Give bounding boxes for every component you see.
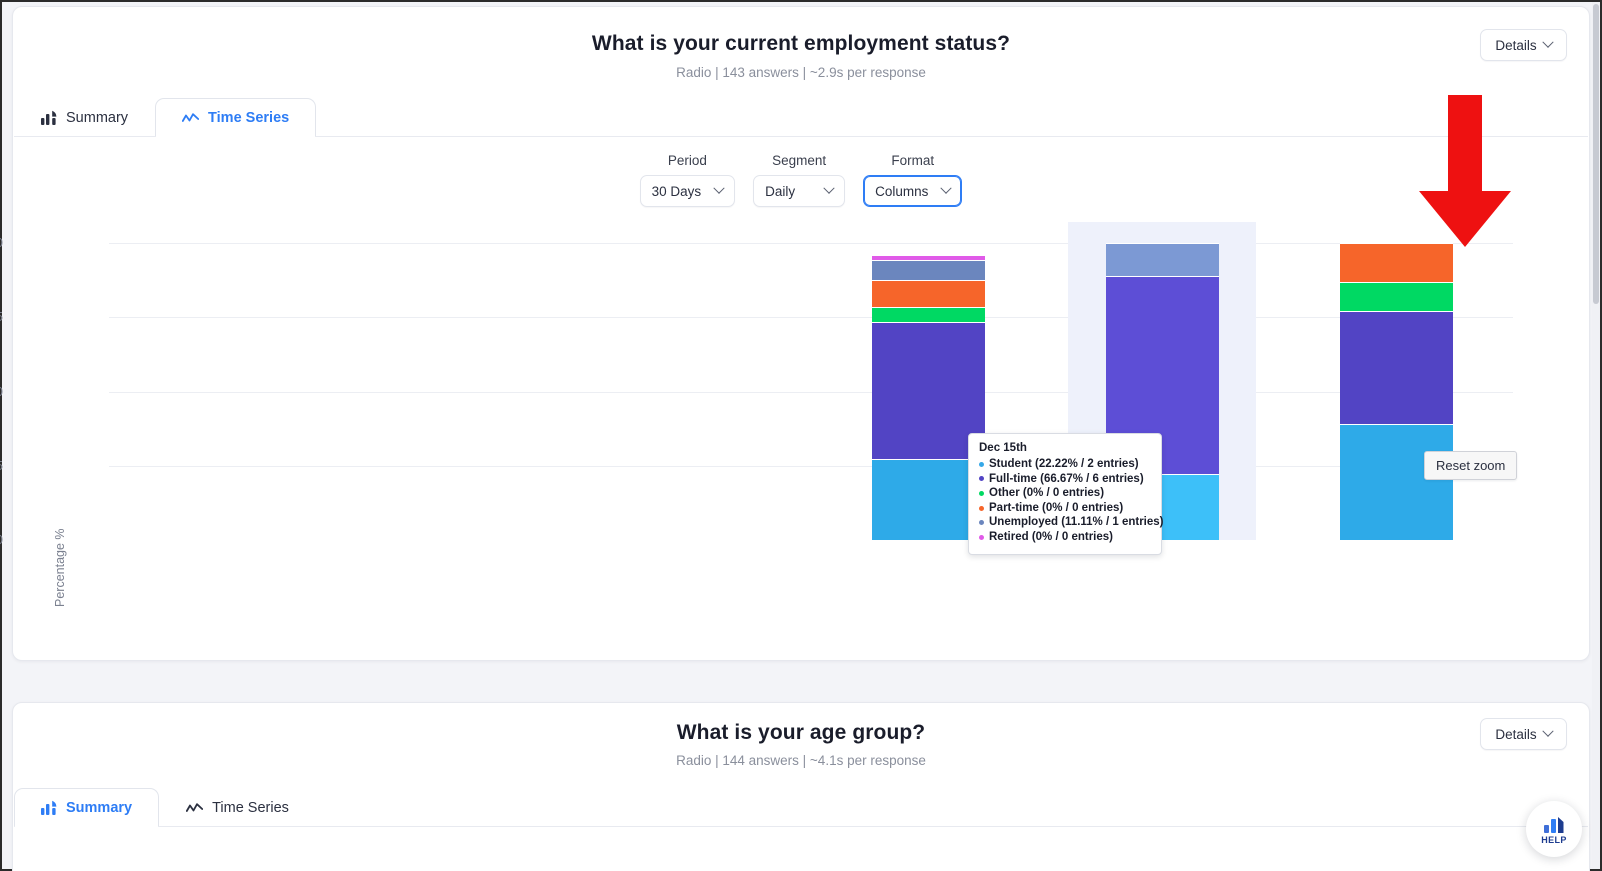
gridline	[109, 465, 1513, 467]
tooltip-row: Part-time (0% / 0 entries)	[979, 501, 1151, 516]
reset-zoom-button[interactable]: Reset zoom	[1424, 451, 1518, 480]
format-select[interactable]: Columns	[863, 175, 963, 207]
tab-time-series[interactable]: Time Series	[159, 788, 316, 826]
tooltip-color-dot	[979, 520, 984, 526]
tooltip-color-dot	[979, 534, 984, 540]
tooltip-text: Part-time (0% / 0 entries)	[989, 501, 1124, 514]
tooltip-color-dot	[979, 461, 984, 467]
y-axis-title: Percentage %	[53, 528, 67, 607]
tooltip-text: Other (0% / 0 entries)	[989, 487, 1105, 500]
filter-segment: Segment Daily	[753, 153, 846, 207]
bar-segment-part-time[interactable]	[1339, 243, 1453, 282]
bar-chart-icon	[41, 110, 57, 125]
y-axis-tick: 100	[0, 236, 3, 250]
time-series-chart[interactable]: Percentage % 0255075100 Dec 11thDec 12th…	[0, 222, 1589, 856]
page-title: What is your current employment status?	[591, 32, 1011, 55]
tooltip-title: Dec 15th	[979, 442, 1027, 454]
app-root: What is your current employment status? …	[0, 0, 1602, 871]
tooltip-row: Retired (0% / 0 entries)	[979, 530, 1151, 545]
help-chart-icon	[1544, 816, 1564, 833]
segment-value: Daily	[765, 183, 796, 199]
tab-label: Time Series	[208, 109, 290, 126]
page-title: What is your age group?	[676, 721, 926, 744]
y-axis-tick: 50	[0, 385, 3, 399]
filter-label: Segment	[772, 153, 827, 168]
card-tabs: Summary Time Series	[14, 98, 1588, 137]
filter-format: Format Columns	[863, 153, 963, 207]
plot-area[interactable]: 0 25 50 75 100	[0, 222, 1513, 547]
bar-segment-part-time[interactable]	[871, 280, 985, 307]
tab-summary[interactable]: Summary	[14, 98, 155, 136]
gridline	[109, 243, 1513, 244]
question-card-age: What is your age group? Radio | 144 answ…	[12, 702, 1590, 871]
help-button[interactable]: HELP	[1526, 801, 1582, 857]
chart-bar[interactable]	[1339, 222, 1453, 540]
gridline	[109, 317, 1513, 319]
chart-tooltip: Dec 15th Student (22.22% / 2 entries) Ful…	[968, 433, 1164, 555]
question-meta: Radio | 144 answers | ~4.1s per response	[676, 753, 926, 768]
tooltip-text: Unemployed (11.11% / 1 entries)	[989, 516, 1164, 529]
bar-segment-student[interactable]	[1339, 424, 1453, 540]
tooltip-row: Unemployed (11.11% / 1 entries)	[979, 515, 1164, 530]
tab-time-series[interactable]: Time Series	[155, 98, 317, 137]
bar-chart-icon	[41, 800, 57, 815]
chevron-down-icon	[1541, 36, 1554, 48]
tooltip-text: Student (22.22% / 2 entries)	[989, 458, 1139, 470]
filter-period: Period 30 Days	[639, 153, 736, 207]
tab-summary[interactable]: Summary	[14, 788, 160, 827]
scrollbar-track[interactable]	[1592, 2, 1600, 869]
details-button[interactable]: Details	[1480, 29, 1567, 61]
format-value: Columns	[875, 183, 929, 199]
tooltip-row: Full-time (66.67% / 6 entries)	[979, 472, 1151, 487]
tooltip-color-dot	[979, 476, 984, 482]
bar-segment-other[interactable]	[871, 306, 985, 323]
tooltip-row: Student (22.22% / 2 entries)	[979, 457, 1151, 472]
tooltip-rows: Student (22.22% / 2 entries) Full-time (6…	[979, 457, 1164, 545]
period-value: 30 Days	[651, 183, 702, 199]
bar-segment-full-time[interactable]	[1339, 311, 1453, 425]
question-meta: Radio | 143 answers | ~2.9s per response	[676, 65, 926, 80]
tooltip-text: Full-time (66.67% / 6 entries)	[989, 472, 1144, 485]
details-label: Details	[1495, 37, 1537, 53]
details-label: Details	[1495, 726, 1537, 742]
y-axis-tick: 0	[0, 533, 3, 547]
tab-label: Summary	[66, 109, 129, 126]
line-chart-icon	[186, 802, 204, 814]
tooltip-color-dot	[979, 490, 984, 496]
chevron-down-icon	[713, 182, 725, 194]
card-tabs: Summary Time Series	[14, 788, 1588, 827]
period-select[interactable]: 30 Days	[639, 175, 736, 207]
bar-segment-unemployed[interactable]	[871, 259, 985, 281]
gridline	[109, 391, 1513, 393]
line-chart-icon	[182, 112, 200, 124]
filter-label: Period	[667, 153, 707, 168]
y-axis-tick: 75	[0, 310, 3, 324]
scrollbar-thumb[interactable]	[1593, 4, 1599, 304]
bar-segment-other[interactable]	[1339, 281, 1453, 312]
segment-select[interactable]: Daily	[753, 175, 846, 207]
chevron-down-icon	[940, 182, 953, 194]
tab-label: Time Series	[212, 799, 289, 816]
chevron-down-icon	[1541, 725, 1554, 737]
y-axis-tick: 25	[0, 459, 3, 473]
tooltip-color-dot	[979, 505, 984, 511]
tooltip-text: Retired (0% / 0 entries)	[989, 530, 1113, 543]
tooltip-row: Other (0% / 0 entries)	[979, 486, 1151, 501]
details-button[interactable]: Details	[1480, 718, 1567, 750]
help-label: HELP	[1541, 834, 1567, 845]
chart-filters: Period 30 Days Segment Daily Format Colu…	[13, 153, 1589, 207]
bar-segment-unemployed[interactable]	[1105, 243, 1219, 276]
bar-segment-retired[interactable]	[871, 254, 985, 260]
question-card-employment: What is your current employment status? …	[0, 6, 1590, 856]
filter-label: Format	[891, 153, 935, 168]
tab-label: Summary	[66, 799, 133, 816]
chevron-down-icon	[823, 182, 835, 194]
